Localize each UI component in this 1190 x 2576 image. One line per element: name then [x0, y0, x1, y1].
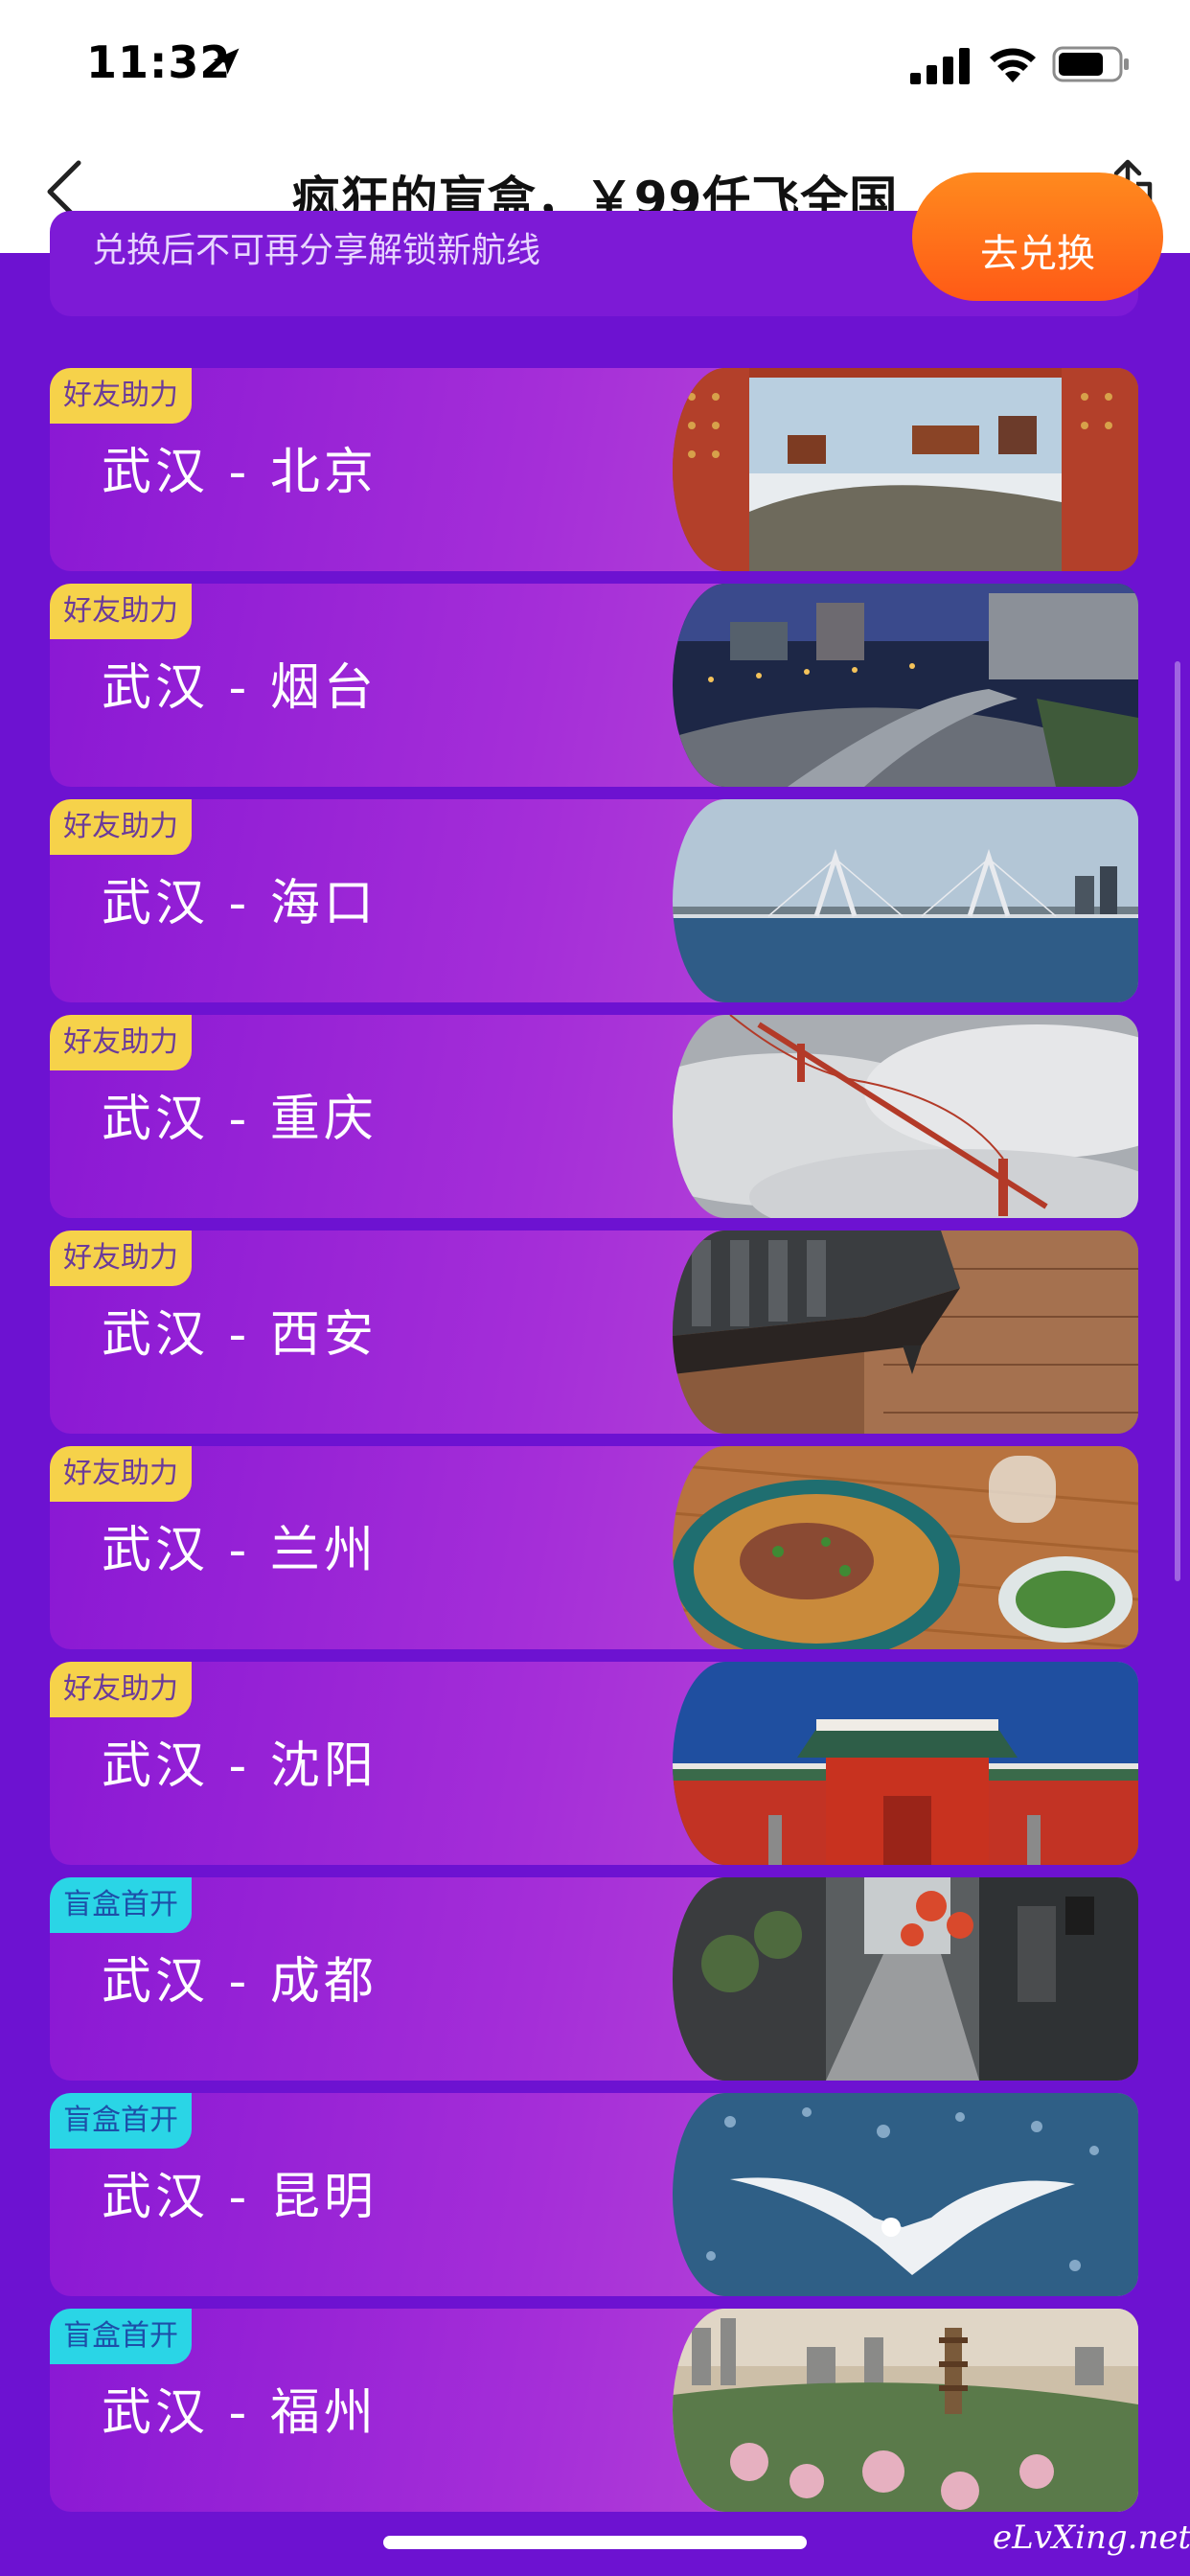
- route-tag-badge: 盲盒首开: [50, 1877, 192, 1933]
- banner-notice-text: 兑换后不可再分享解锁新航线: [92, 231, 541, 270]
- bridge-in-clouds-photo: [673, 1015, 1138, 1218]
- route-card[interactable]: 好友助力 武汉 - 烟台: [50, 584, 1138, 787]
- route-card[interactable]: 好友助力 武汉 - 兰州: [50, 1446, 1138, 1649]
- watermark-text: eLvXing.net: [993, 2518, 1190, 2557]
- location-arrow-icon: [213, 48, 240, 75]
- route-tag-badge: 好友助力: [50, 1230, 192, 1286]
- route-card[interactable]: 盲盒首开 武汉 - 福州: [50, 2309, 1138, 2512]
- battery-icon: [1052, 46, 1129, 82]
- route-name: 武汉 - 福州: [102, 2384, 378, 2442]
- wifi-icon: [990, 48, 1036, 82]
- forbidden-city-gate-photo: [673, 368, 1138, 571]
- route-name: 武汉 - 北京: [102, 444, 378, 501]
- route-name: 武汉 - 西安: [102, 1306, 378, 1364]
- route-tag-badge: 好友助力: [50, 368, 192, 424]
- route-tag-badge: 盲盒首开: [50, 2093, 192, 2149]
- beef-noodle-bowl-photo: [673, 1446, 1138, 1649]
- route-name: 武汉 - 重庆: [102, 1091, 378, 1148]
- screen: 11:32 疯狂的盲盒，￥99任飞全国 兑换后不可再分享解锁新航线 去兑换 好友…: [0, 0, 1190, 2576]
- route-tag-badge: 好友助力: [50, 799, 192, 855]
- scroll-indicator[interactable]: [1175, 661, 1180, 1581]
- pagoda-city-aerial-photo: [673, 2309, 1138, 2512]
- route-card[interactable]: 好友助力 武汉 - 北京: [50, 368, 1138, 571]
- route-name: 武汉 - 兰州: [102, 1522, 378, 1579]
- cellular-signal-icon: [910, 48, 970, 84]
- seagull-lake-photo: [673, 2093, 1138, 2296]
- route-tag-badge: 好友助力: [50, 1446, 192, 1502]
- route-name: 武汉 - 沈阳: [102, 1737, 378, 1795]
- route-name: 武汉 - 成都: [102, 1953, 378, 2011]
- route-card[interactable]: 好友助力 武汉 - 西安: [50, 1230, 1138, 1434]
- route-list: 好友助力 武汉 - 北京 好友助力 武汉 - 烟台 好友助力 武汉 - 海口 好…: [50, 368, 1138, 2524]
- redeem-button[interactable]: 去兑换: [912, 172, 1163, 301]
- route-name: 武汉 - 昆明: [102, 2169, 378, 2226]
- route-tag-badge: 盲盒首开: [50, 2309, 192, 2364]
- route-card[interactable]: 盲盒首开 武汉 - 昆明: [50, 2093, 1138, 2296]
- cable-bridge-sea-photo: [673, 799, 1138, 1002]
- route-card[interactable]: 好友助力 武汉 - 沈阳: [50, 1662, 1138, 1865]
- route-name: 武汉 - 烟台: [102, 659, 378, 717]
- route-card[interactable]: 盲盒首开 武汉 - 成都: [50, 1877, 1138, 2081]
- status-bar: 11:32: [0, 0, 1190, 134]
- route-card[interactable]: 好友助力 武汉 - 重庆: [50, 1015, 1138, 1218]
- redeem-banner: 兑换后不可再分享解锁新航线 去兑换: [50, 172, 1163, 316]
- route-name: 武汉 - 海口: [102, 875, 378, 932]
- ancient-roof-eave-photo: [673, 1230, 1138, 1434]
- red-palace-wall-photo: [673, 1662, 1138, 1865]
- old-street-lanterns-photo: [673, 1877, 1138, 2081]
- route-card[interactable]: 好友助力 武汉 - 海口: [50, 799, 1138, 1002]
- route-tag-badge: 好友助力: [50, 1662, 192, 1717]
- city-night-highway-photo: [673, 584, 1138, 787]
- route-tag-badge: 好友助力: [50, 584, 192, 639]
- home-indicator[interactable]: [383, 2536, 807, 2549]
- route-tag-badge: 好友助力: [50, 1015, 192, 1070]
